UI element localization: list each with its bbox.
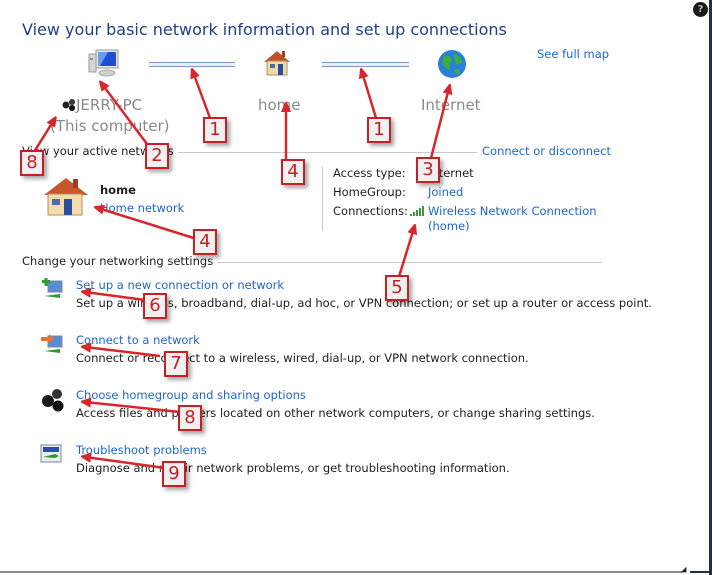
computer-subtitle-label: (This computer)	[50, 117, 170, 135]
new-connection-icon	[40, 278, 68, 302]
home-network-icon	[42, 175, 90, 219]
window-border-bottom-right	[690, 571, 712, 573]
computer-name-label[interactable]: JERRY-PC	[62, 96, 142, 114]
wireless-connection-link[interactable]: Wireless Network Connection (home)	[428, 204, 597, 233]
connection-line-computer-home	[149, 62, 235, 67]
network-type-link[interactable]: Home network	[100, 201, 184, 215]
annotation-8a: 8	[20, 150, 44, 176]
connect-to-network-link[interactable]: Connect to a network	[76, 333, 200, 347]
help-button[interactable]: ?	[693, 2, 708, 17]
computer-icon[interactable]	[88, 48, 124, 80]
annotation-8b: 8	[178, 405, 202, 431]
arrow-2	[102, 84, 151, 149]
wifi-signal-icon	[410, 206, 424, 216]
settings-heading: Change your networking settings	[22, 254, 218, 268]
network-name-label[interactable]: home	[258, 96, 301, 114]
see-full-map-link[interactable]: See full map	[537, 47, 609, 61]
connection-line-home-internet	[322, 62, 409, 67]
arrow-5	[396, 228, 414, 281]
troubleshoot-icon	[40, 443, 68, 467]
page-title: View your basic network information and …	[22, 20, 507, 39]
troubleshoot-link[interactable]: Troubleshoot problems	[76, 443, 207, 457]
annotation-1a: 1	[203, 117, 227, 143]
house-icon[interactable]	[262, 48, 292, 78]
connect-or-disconnect-link[interactable]: Connect or disconnect	[482, 144, 611, 158]
active-network-name: home	[100, 183, 136, 197]
annotation-3: 3	[416, 157, 440, 183]
homegroup-link[interactable]: Joined	[428, 185, 463, 199]
homegroup-small-icon	[62, 97, 76, 111]
annotation-4b: 4	[193, 229, 217, 255]
homegroup-label: HomeGroup:	[333, 185, 406, 199]
annotation-9: 9	[162, 461, 186, 487]
connections-label: Connections:	[333, 204, 408, 218]
globe-icon[interactable]	[436, 48, 468, 80]
connect-network-icon	[40, 333, 68, 357]
homegroup-sharing-link[interactable]: Choose homegroup and sharing options	[76, 388, 306, 402]
homegroup-sharing-description: Access files and printers located on oth…	[76, 406, 595, 420]
annotation-7: 7	[164, 351, 188, 377]
homegroup-icon	[40, 388, 68, 412]
mouse-cursor-icon	[680, 566, 690, 575]
troubleshoot-description: Diagnose and repair network problems, or…	[76, 461, 510, 475]
setup-connection-link[interactable]: Set up a new connection or network	[76, 278, 284, 292]
window-border-bottom	[0, 571, 682, 573]
annotation-2: 2	[145, 143, 169, 169]
info-panel-divider	[322, 167, 323, 231]
annotation-5: 5	[385, 275, 409, 301]
annotation-4a: 4	[281, 159, 305, 185]
access-type-label: Access type:	[333, 166, 406, 180]
annotation-1b: 1	[367, 117, 391, 143]
connect-to-network-description: Connect or reconnect to a wireless, wire…	[76, 351, 529, 365]
arrow-1a	[193, 72, 212, 119]
arrow-1b	[362, 72, 378, 119]
annotation-6: 6	[143, 293, 167, 319]
internet-label[interactable]: Internet	[421, 96, 481, 114]
